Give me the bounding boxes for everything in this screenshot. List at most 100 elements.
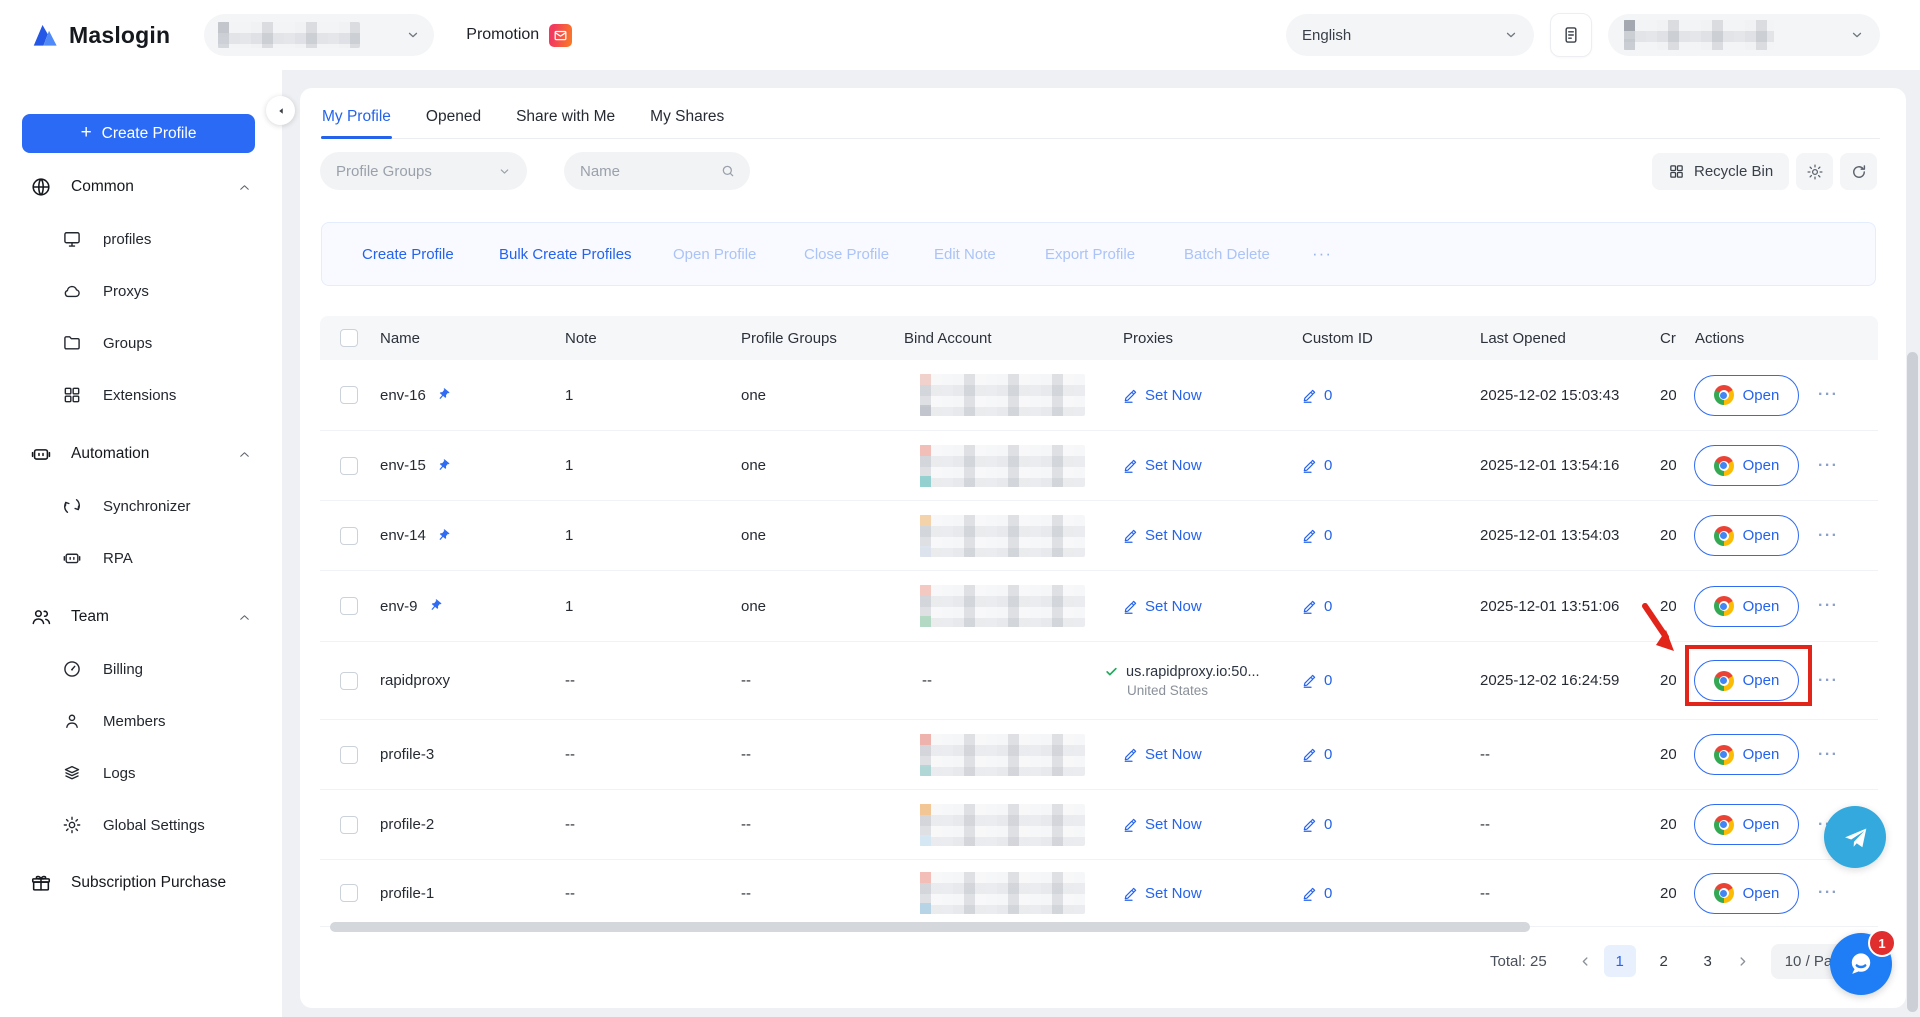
sidebar-item-profiles[interactable]: profiles [0, 213, 282, 265]
refresh-button[interactable] [1840, 153, 1877, 190]
table-settings-button[interactable] [1796, 153, 1833, 190]
open-profile-button[interactable]: Open [1694, 804, 1799, 845]
open-profile-button[interactable]: Open [1694, 586, 1799, 627]
chat-support-button[interactable]: 1 [1830, 933, 1892, 995]
cloud-icon [62, 281, 82, 301]
sidebar-item-global-settings[interactable]: Global Settings [0, 799, 282, 851]
row-checkbox[interactable] [340, 746, 358, 764]
prev-page-button[interactable] [1573, 955, 1598, 968]
row-checkbox[interactable] [340, 597, 358, 615]
sidebar-item-logs[interactable]: Logs [0, 747, 282, 799]
toolbar-bulk-create-profiles[interactable]: Bulk Create Profiles [499, 223, 632, 285]
sidebar-section-automation[interactable]: Automation [0, 428, 282, 480]
recycle-bin-button[interactable]: Recycle Bin [1652, 153, 1789, 190]
edit-custom-id-link[interactable]: 0 [1302, 527, 1332, 544]
tab-my-profile[interactable]: My Profile [321, 96, 392, 138]
row-more-actions-button[interactable]: ··· [1818, 457, 1838, 475]
toolbar-create-profile[interactable]: Create Profile [362, 223, 454, 285]
last-opened-cell: 2025-12-01 13:51:06 [1480, 571, 1652, 641]
set-proxy-link[interactable]: Set Now [1123, 816, 1202, 833]
open-profile-button[interactable]: Open [1694, 375, 1799, 416]
robot-icon [30, 443, 52, 465]
workspace-name-redacted [218, 22, 360, 48]
open-profile-button[interactable]: Open [1694, 660, 1799, 701]
monitor-icon [62, 229, 82, 249]
set-now-label: Set Now [1145, 816, 1202, 833]
pin-icon[interactable] [435, 387, 451, 403]
row-checkbox[interactable] [340, 816, 358, 834]
pin-icon[interactable] [435, 528, 451, 544]
tab-share-with-me[interactable]: Share with Me [515, 96, 616, 138]
telegram-button[interactable] [1824, 806, 1886, 868]
workspace-selector[interactable] [204, 14, 434, 56]
chrome-icon [1714, 526, 1734, 546]
profile-groups-filter[interactable]: Profile Groups [320, 152, 527, 190]
open-profile-button[interactable]: Open [1694, 734, 1799, 775]
sidebar-item-subscription-purchase[interactable]: Subscription Purchase [0, 857, 282, 909]
select-all-checkbox[interactable] [340, 329, 358, 347]
set-proxy-link[interactable]: Set Now [1123, 598, 1202, 615]
sidebar-item-rpa[interactable]: RPA [0, 532, 282, 584]
row-checkbox[interactable] [340, 884, 358, 902]
row-checkbox-cell [340, 642, 366, 719]
promotion-link[interactable]: Promotion [466, 24, 572, 47]
pin-icon[interactable] [435, 458, 451, 474]
set-proxy-link[interactable]: Set Now [1123, 457, 1202, 474]
created-time-cell-clipped: 20 [1660, 790, 1677, 859]
sidebar-item-groups[interactable]: Groups [0, 317, 282, 369]
user-account-menu[interactable] [1608, 14, 1880, 56]
edit-custom-id-link[interactable]: 0 [1302, 457, 1332, 474]
sidebar-section-team[interactable]: Team [0, 591, 282, 643]
bind-account-cell [904, 790, 1109, 859]
name-search-input[interactable] [578, 162, 712, 181]
row-more-actions-button[interactable]: ··· [1818, 597, 1838, 615]
custom-id-cell: 0 [1302, 571, 1452, 641]
edit-custom-id-link[interactable]: 0 [1302, 746, 1332, 763]
edit-custom-id-link[interactable]: 0 [1302, 885, 1332, 902]
horizontal-scrollbar[interactable] [330, 922, 1530, 932]
sidebar-item-proxys[interactable]: Proxys [0, 265, 282, 317]
sidebar-item-billing[interactable]: Billing [0, 643, 282, 695]
row-checkbox-cell [340, 501, 366, 570]
open-profile-button[interactable]: Open [1694, 873, 1799, 914]
edit-custom-id-link[interactable]: 0 [1302, 816, 1332, 833]
set-proxy-link[interactable]: Set Now [1123, 527, 1202, 544]
set-proxy-link[interactable]: Set Now [1123, 387, 1202, 404]
row-more-actions-button[interactable]: ··· [1818, 746, 1838, 764]
create-profile-button[interactable]: + Create Profile [22, 114, 255, 153]
edit-custom-id-link[interactable]: 0 [1302, 387, 1332, 404]
row-more-actions-button[interactable]: ··· [1818, 884, 1838, 902]
tab-opened[interactable]: Opened [425, 96, 482, 138]
row-checkbox[interactable] [340, 672, 358, 690]
docs-button[interactable] [1550, 13, 1592, 57]
sidebar-section-common[interactable]: Common [0, 161, 282, 213]
row-checkbox[interactable] [340, 386, 358, 404]
page-button-2[interactable]: 2 [1648, 945, 1680, 977]
open-profile-button[interactable]: Open [1694, 445, 1799, 486]
tab-my-shares[interactable]: My Shares [649, 96, 725, 138]
edit-custom-id-link[interactable]: 0 [1302, 598, 1332, 615]
row-more-actions-button[interactable]: ··· [1818, 672, 1838, 690]
set-proxy-link[interactable]: Set Now [1123, 746, 1202, 763]
open-profile-button[interactable]: Open [1694, 515, 1799, 556]
row-more-actions-button[interactable]: ··· [1818, 386, 1838, 404]
row-more-actions-button[interactable]: ··· [1818, 527, 1838, 545]
edit-custom-id-link[interactable]: 0 [1302, 672, 1332, 689]
next-page-button[interactable] [1730, 955, 1755, 968]
page-button-1[interactable]: 1 [1604, 945, 1636, 977]
language-selector[interactable]: English [1286, 14, 1534, 56]
page-button-3[interactable]: 3 [1692, 945, 1724, 977]
row-checkbox[interactable] [340, 457, 358, 475]
vertical-scrollbar[interactable] [1907, 352, 1918, 1012]
table-header-row: NameNoteProfile GroupsBind AccountProxie… [320, 316, 1878, 360]
sidebar-item-extensions[interactable]: Extensions [0, 369, 282, 421]
row-checkbox[interactable] [340, 527, 358, 545]
note-cell: 1 [565, 571, 730, 641]
sidebar-item-members[interactable]: Members [0, 695, 282, 747]
sidebar-collapse-button[interactable] [266, 96, 295, 125]
sidebar-item-synchronizer[interactable]: Synchronizer [0, 480, 282, 532]
set-proxy-link[interactable]: Set Now [1123, 885, 1202, 902]
toolbar-more-button[interactable]: ··· [1312, 223, 1332, 285]
profile-name-cell: env-14 [380, 501, 555, 570]
pin-icon[interactable] [427, 598, 443, 614]
